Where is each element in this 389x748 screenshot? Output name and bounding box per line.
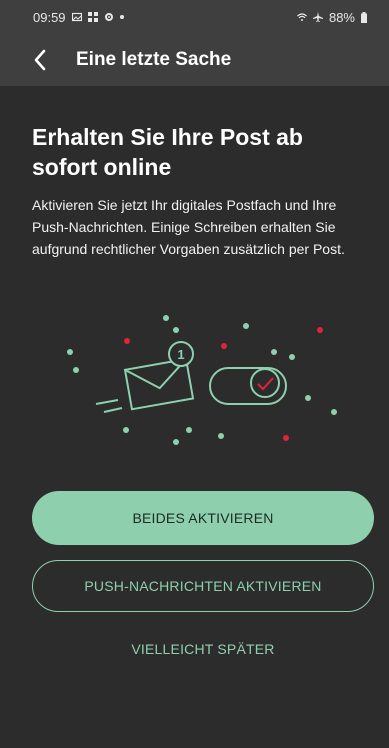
toggle-switch-icon (209, 367, 287, 405)
wifi-icon (297, 13, 307, 21)
headline: Erhalten Sie Ihre Post ab sofort online (32, 124, 303, 180)
activate-push-button[interactable]: PUSH-NACHRICHTEN AKTIVIEREN (32, 560, 374, 612)
maybe-later-button[interactable]: VIELLEICHT SPÄTER (32, 634, 374, 664)
status-bar: 09:59 88% (0, 0, 389, 34)
chevron-left-icon (34, 49, 46, 71)
status-time: 09:59 (33, 9, 66, 25)
image-icon (71, 12, 82, 22)
grid-icon (87, 12, 98, 22)
battery-percent: 88% (328, 9, 355, 25)
status-bar-left: 09:59 (33, 10, 124, 25)
back-button[interactable] (18, 38, 62, 82)
status-bar-right: 88% (297, 10, 367, 25)
speed-lines (95, 399, 123, 413)
airplane-icon (312, 12, 323, 22)
dot-icon (119, 15, 124, 19)
notification-badge: 1 (168, 341, 194, 367)
activate-both-button[interactable]: BEIDES AKTIVIEREN (32, 491, 374, 545)
app-bar: Eine letzte Sache (0, 34, 389, 86)
gear-icon (104, 13, 113, 21)
confetti-dots (67, 315, 337, 445)
battery-icon (361, 11, 367, 23)
main-content: Erhalten Sie Ihre Post ab sofort online … (0, 86, 389, 748)
page-title: Eine letzte Sache (76, 49, 232, 70)
mail-push-illustration: 1 (67, 315, 337, 445)
badge-count: 1 (177, 347, 184, 362)
description-text: Aktivieren Sie jetzt Ihr digitales Postf… (32, 197, 345, 257)
